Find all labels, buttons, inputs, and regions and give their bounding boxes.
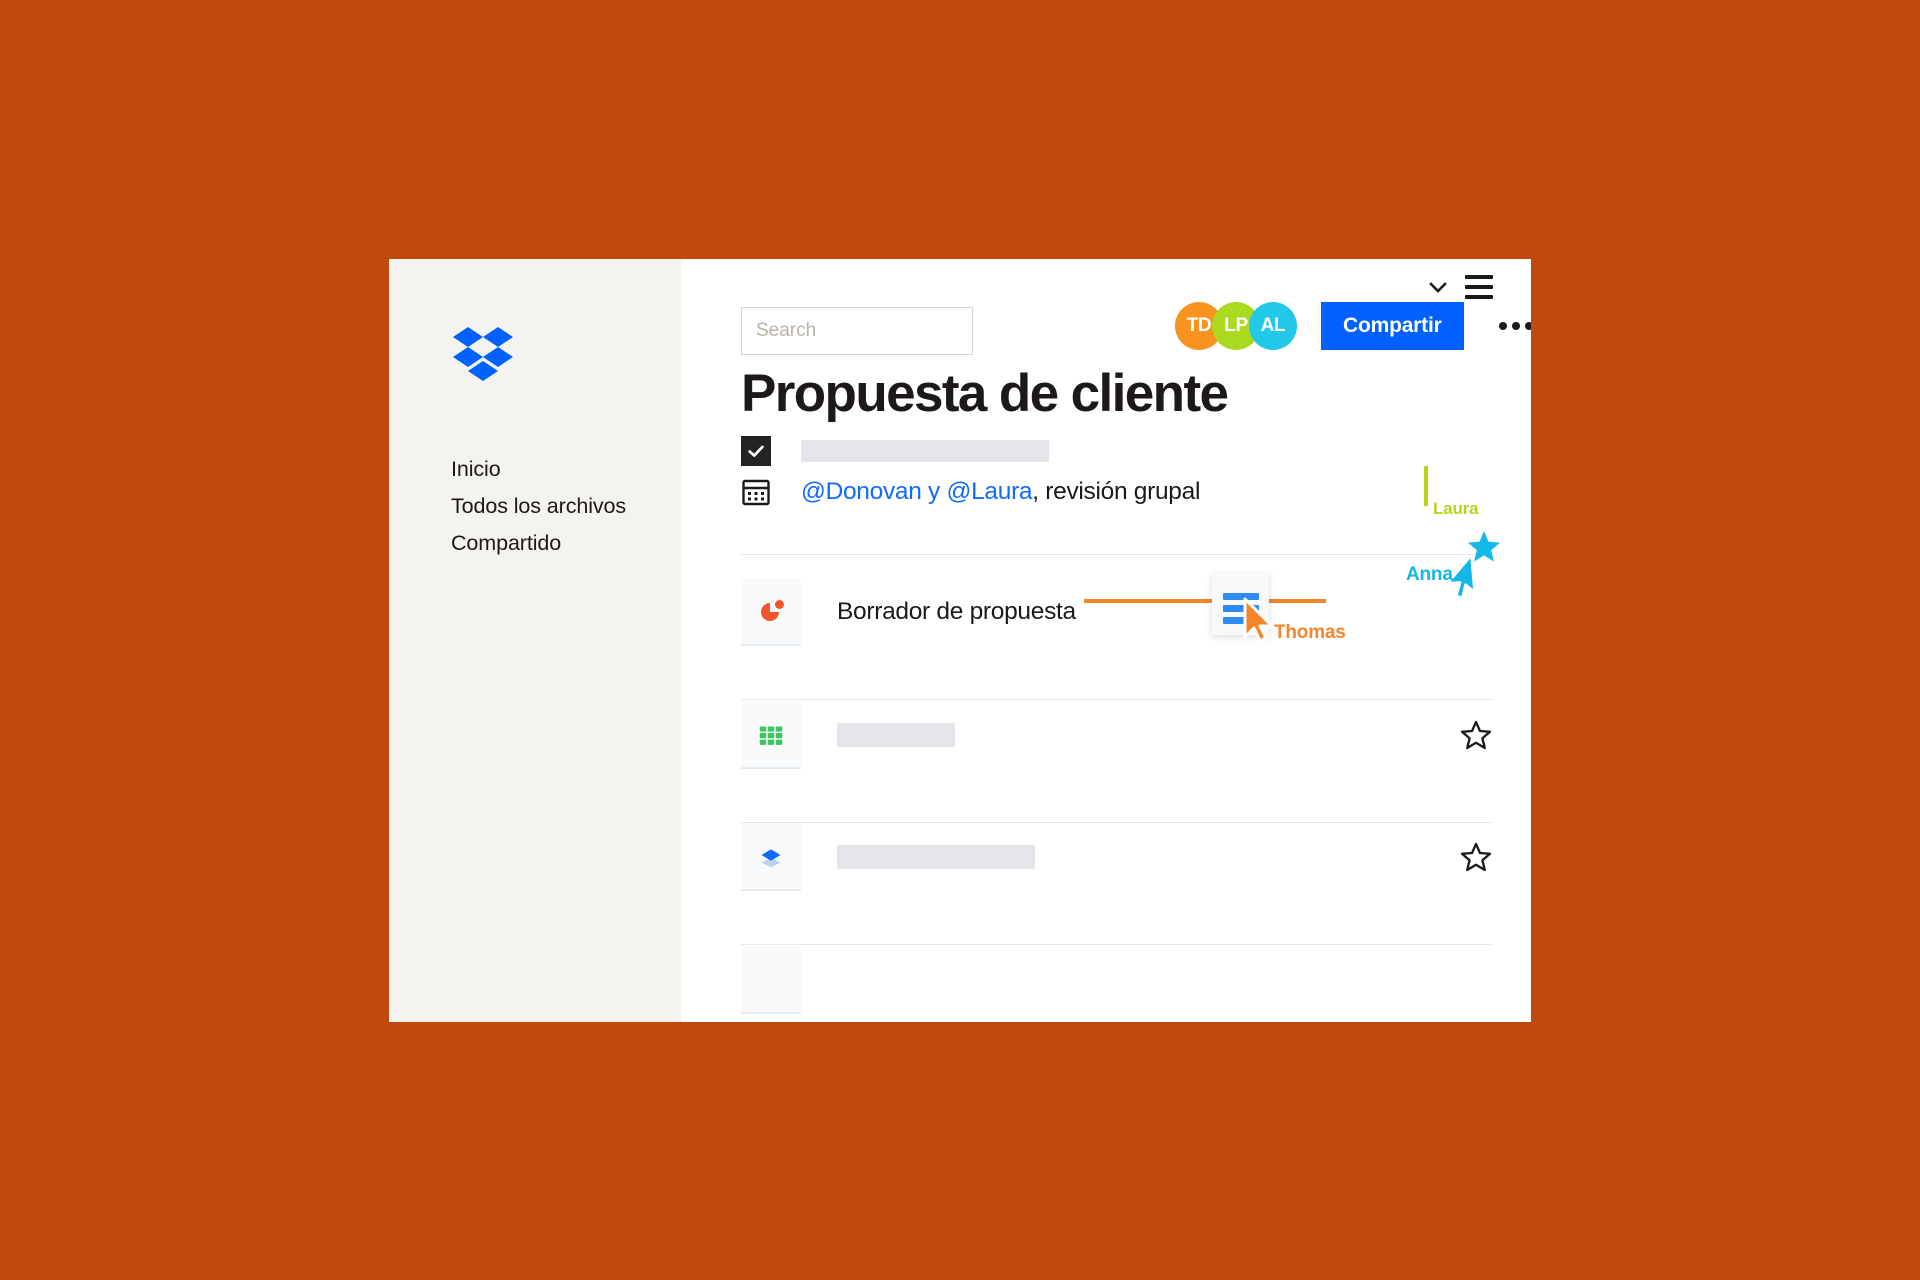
mention-laura[interactable]: @Laura (947, 478, 1033, 505)
file-name-placeholder (837, 845, 1035, 869)
share-button[interactable]: Compartir (1321, 302, 1464, 350)
presentation-pie-icon (741, 578, 801, 646)
avatar-group: TD LP AL (1175, 302, 1297, 350)
share-button-label: Compartir (1343, 314, 1442, 337)
dot (1525, 322, 1531, 330)
divider (741, 822, 1493, 823)
mention-donovan[interactable]: @Donovan (801, 478, 922, 505)
avatar-initials: AL (1260, 315, 1286, 336)
collaborator-cursor-thomas (1241, 597, 1277, 645)
collaborator-label-laura: Laura (1433, 499, 1479, 518)
title-row: Propuesta de cliente (741, 367, 1491, 420)
file-row[interactable]: Borrador de propuesta (741, 578, 1493, 646)
task-text-rest: , revisión grupal (1032, 478, 1201, 505)
sidebar-item-compartido[interactable]: Compartido (451, 525, 671, 562)
menu-bar (1465, 275, 1493, 279)
divider (741, 699, 1493, 700)
sidebar-item-label: Compartido (451, 531, 562, 555)
menu-bar (1465, 295, 1493, 299)
menu-bar (1465, 285, 1493, 289)
spreadsheet-grid-icon (741, 701, 801, 769)
dot (1499, 322, 1507, 330)
star-icon[interactable] (1459, 840, 1493, 874)
avatar[interactable]: AL (1249, 302, 1297, 350)
more-options-icon[interactable] (1492, 302, 1531, 350)
file-row[interactable] (741, 946, 1493, 1014)
task-text: @Donovan y @Laura, revisión grupal (801, 478, 1200, 506)
page-title: Propuesta de cliente (741, 364, 1229, 423)
file-icon (741, 946, 801, 1014)
task-text-placeholder (801, 440, 1049, 462)
star-icon[interactable] (1459, 718, 1493, 752)
file-name-placeholder (837, 723, 955, 747)
sidebar-item-label: Todos los archivos (451, 494, 627, 518)
file-row[interactable] (741, 823, 1493, 891)
list-menu-icon[interactable] (1465, 275, 1493, 299)
chevron-down-icon[interactable] (1427, 276, 1449, 298)
mention-conjunction: y (921, 478, 947, 505)
file-name: Borrador de propuesta (837, 598, 1076, 625)
screenshot-stage: Inicio Todos los archivos Compartido TD (0, 0, 1920, 1280)
sidebar-nav: Inicio Todos los archivos Compartido (451, 451, 671, 562)
collaborator-label-anna: Anna (1406, 564, 1453, 585)
drag-drop-indicator-line (1084, 599, 1326, 603)
dropbox-logo[interactable] (453, 327, 513, 383)
title-tools (1427, 275, 1493, 299)
avatar-initials: TD (1186, 315, 1212, 336)
collaborator-caret-laura (1424, 466, 1428, 506)
sidebar-item-label: Inicio (451, 457, 501, 481)
main-content: TD LP AL Compartir (681, 259, 1531, 1022)
file-row[interactable] (741, 701, 1493, 769)
sidebar-item-todos-los-archivos[interactable]: Todos los archivos (451, 488, 671, 525)
dot (1512, 322, 1520, 330)
avatar-initials: LP (1224, 315, 1248, 336)
sidebar-item-inicio[interactable]: Inicio (451, 451, 671, 488)
sidebar: Inicio Todos los archivos Compartido (389, 259, 681, 1022)
paper-diamond-icon (741, 823, 801, 891)
divider (741, 554, 1493, 555)
divider (741, 944, 1493, 945)
collaborator-label-thomas: Thomas (1274, 622, 1346, 643)
checkbox-checked[interactable] (741, 436, 771, 466)
task-row-mention: @Donovan y @Laura, revisión grupal (741, 477, 1200, 507)
dropbox-app-window: Inicio Todos los archivos Compartido TD (389, 259, 1531, 1022)
collaborator-cursor-anna (1445, 553, 1487, 603)
search-input[interactable] (741, 307, 973, 355)
top-bar: TD LP AL Compartir (681, 259, 1531, 359)
task-row-checkbox (741, 436, 1049, 466)
calendar-icon (741, 477, 771, 507)
